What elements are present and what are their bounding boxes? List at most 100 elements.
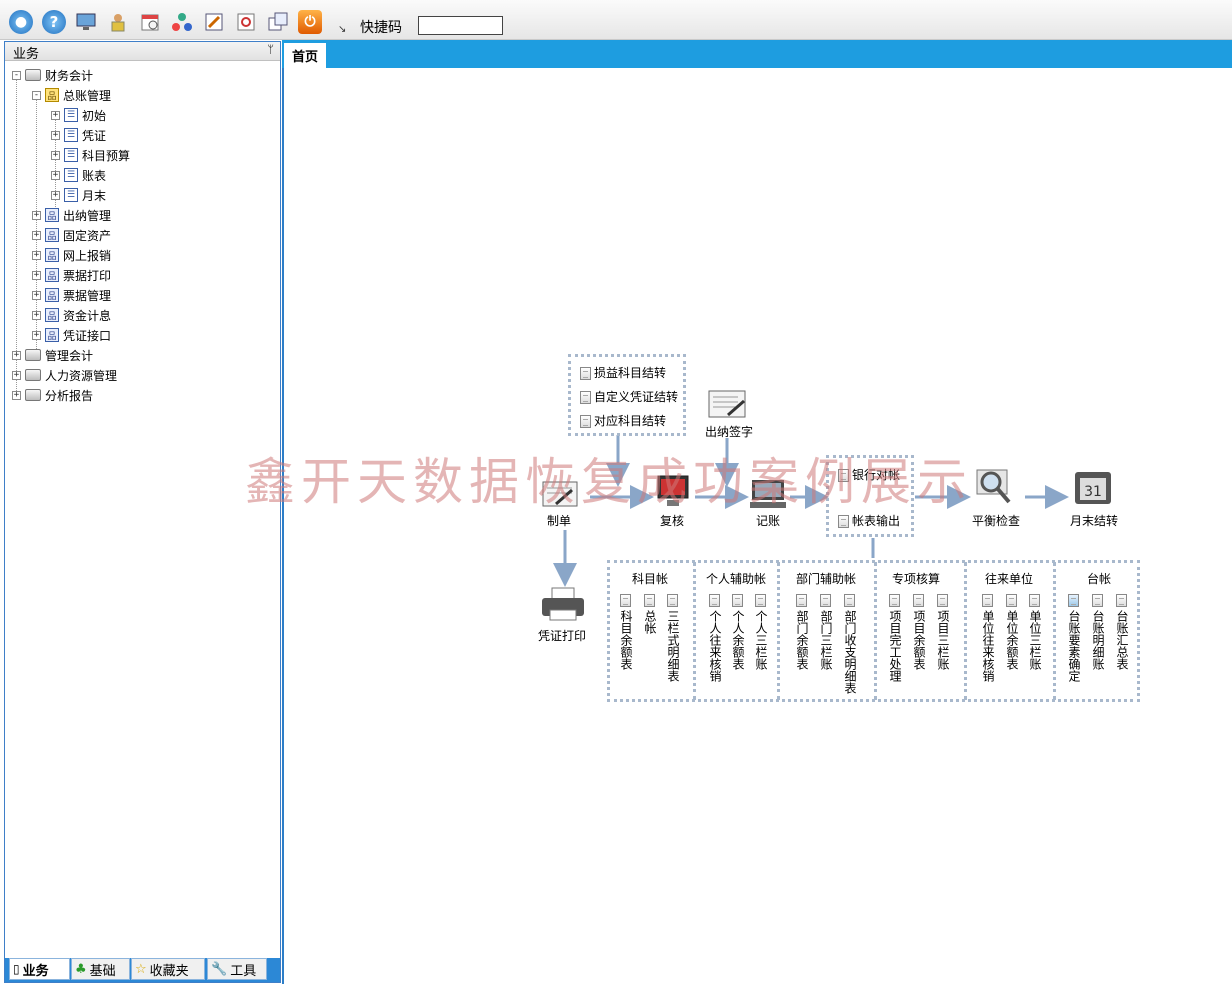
expand-icon[interactable]: + <box>51 150 60 160</box>
ledger-item[interactable]: 部门余额表 <box>795 610 809 670</box>
ledger-item[interactable]: 项目余额表 <box>912 610 926 670</box>
power-icon[interactable]: ⏻ <box>298 10 322 34</box>
help-icon[interactable]: ? <box>42 10 66 34</box>
ledger-item[interactable]: 个人余额表 <box>731 610 745 670</box>
tab-basic[interactable]: ♣ 基础 <box>71 958 130 980</box>
tree-node-hr[interactable]: + 人力资源管理 <box>12 365 117 385</box>
tab-favorites[interactable]: ☆ 收藏夹 <box>131 958 205 980</box>
ledger-item[interactable]: 台账明细账 <box>1091 610 1105 670</box>
tab-label: 基础 <box>89 963 116 979</box>
ledger-item[interactable]: 个人三栏账 <box>754 610 768 670</box>
tree-node-reports[interactable]: + ☰ 账表 <box>51 165 106 185</box>
document-icon <box>844 594 855 607</box>
custom-voucher-transfer-link[interactable]: 自定义凭证结转 <box>580 388 678 405</box>
tree-node-label: 人力资源管理 <box>45 368 118 383</box>
lock-user-icon[interactable] <box>106 10 130 34</box>
tree-node-month-end[interactable]: + ☰ 月末 <box>51 185 106 205</box>
tree-node-interest[interactable]: + 品 资金计息 <box>32 305 111 325</box>
tree-node-management[interactable]: + 管理会计 <box>12 345 93 365</box>
ledger-item[interactable]: 部门三栏账 <box>819 610 833 670</box>
tree-node-bill-print[interactable]: + 品 票据打印 <box>32 265 111 285</box>
expand-icon[interactable]: + <box>32 310 41 320</box>
ledger-item[interactable]: 项目三栏账 <box>936 610 950 670</box>
monitor-icon[interactable] <box>74 10 98 34</box>
tree-node-budget[interactable]: + ☰ 科目预算 <box>51 145 130 165</box>
ledger-item[interactable]: 部门收支明细表 <box>843 610 857 694</box>
tree-node-online-reimburse[interactable]: + 品 网上报销 <box>32 245 111 265</box>
tree-node-label: 管理会计 <box>45 348 94 363</box>
ledger-item[interactable]: 总帐 <box>643 610 657 634</box>
tab-home[interactable]: 首页 <box>284 43 326 68</box>
tree-node-cashier[interactable]: + 品 出纳管理 <box>32 205 111 225</box>
balance-check-label[interactable]: 平衡检查 <box>972 512 1020 529</box>
make-voucher-label[interactable]: 制单 <box>547 512 571 529</box>
voucher-print-label[interactable]: 凭证打印 <box>538 627 586 644</box>
expand-icon[interactable]: + <box>32 270 41 280</box>
ledger-item[interactable]: 台账要素确定 <box>1067 610 1081 682</box>
ledger-item[interactable]: 三栏式明细表 <box>666 610 680 682</box>
month-end-label[interactable]: 月末结转 <box>1070 512 1118 529</box>
expand-icon[interactable]: + <box>32 210 41 220</box>
tree-node-bill-manage[interactable]: + 品 票据管理 <box>32 285 111 305</box>
collapse-icon[interactable]: - <box>12 70 21 80</box>
ledger-item[interactable]: 单位三栏账 <box>1028 610 1042 670</box>
tree-node-label: 网上报销 <box>63 248 112 263</box>
printer-icon[interactable] <box>540 586 586 624</box>
profit-loss-transfer-link[interactable]: 损益科目结转 <box>580 364 666 381</box>
ledger-group-title: 专项核算 <box>892 572 941 586</box>
left-panel: 业务 ᛘ - 财务会计 - 品 总账管理 + ☰ 初始 + ☰ 凭证 + ☰ 科… <box>4 41 281 983</box>
shortcut-input[interactable] <box>418 16 503 35</box>
post-label[interactable]: 记账 <box>756 512 780 529</box>
restore-icon[interactable] <box>234 10 258 34</box>
ledger-item[interactable]: 个人往来核销 <box>708 610 722 682</box>
cashier-sign-label[interactable]: 出纳签字 <box>705 423 753 440</box>
org-chart-icon: 品 <box>45 288 59 302</box>
pin-icon[interactable]: ᛘ <box>267 43 274 56</box>
windows-icon[interactable] <box>266 10 290 34</box>
tree-node-init[interactable]: + ☰ 初始 <box>51 105 106 125</box>
month-end-calendar-icon[interactable]: 31 <box>1072 466 1116 508</box>
ledger-group-title: 个人辅助帐 <box>706 572 767 586</box>
tree-node-voucher[interactable]: + ☰ 凭证 <box>51 125 106 145</box>
user-icon[interactable]: ● <box>9 10 33 34</box>
corresponding-account-transfer-link[interactable]: 对应科目结转 <box>580 412 666 429</box>
tree-node-fixed-assets[interactable]: + 品 固定资产 <box>32 225 111 245</box>
tree-node-finance[interactable]: - 财务会计 <box>12 65 93 85</box>
tab-business[interactable]: ▯ 业务 <box>9 958 70 980</box>
expand-icon[interactable]: + <box>12 370 21 380</box>
network-icon[interactable] <box>170 10 194 34</box>
expand-icon[interactable]: + <box>32 330 41 340</box>
ledger-item[interactable]: 科目余额表 <box>619 610 633 670</box>
expand-icon[interactable]: + <box>51 110 60 120</box>
expand-icon[interactable]: + <box>51 130 60 140</box>
expand-icon[interactable]: + <box>51 190 60 200</box>
balance-check-icon[interactable] <box>973 468 1015 508</box>
wrench-icon: 🔧 <box>211 961 228 977</box>
tool-window-icon[interactable] <box>202 10 226 34</box>
ledger-item[interactable]: 单位往来核销 <box>981 610 995 682</box>
ledger-item[interactable]: 台账汇总表 <box>1115 610 1129 670</box>
expand-icon[interactable]: + <box>12 350 21 360</box>
expand-icon[interactable]: + <box>32 290 41 300</box>
cashier-sign-icon[interactable] <box>708 389 748 421</box>
document-icon <box>937 594 948 607</box>
expand-icon[interactable]: + <box>32 250 41 260</box>
org-chart-icon: 品 <box>45 248 59 262</box>
ledger-item[interactable]: 单位余额表 <box>1005 610 1019 670</box>
tree-node-analysis[interactable]: + 分析报告 <box>12 385 93 405</box>
tree-node-label: 总账管理 <box>63 88 112 103</box>
ledger-item[interactable]: 项目完工处理 <box>888 610 902 682</box>
collapse-icon[interactable]: - <box>32 90 41 100</box>
report-output-link[interactable]: 帐表输出 <box>838 512 900 529</box>
list-icon: ☰ <box>64 188 78 202</box>
document-icon <box>1029 594 1040 607</box>
tab-tools[interactable]: 🔧 工具 <box>207 958 267 980</box>
expand-icon[interactable]: + <box>32 230 41 240</box>
tree-node-general-ledger[interactable]: - 品 总账管理 <box>32 85 111 105</box>
review-label[interactable]: 复核 <box>660 512 684 529</box>
expand-icon[interactable]: + <box>51 170 60 180</box>
calendar-icon[interactable] <box>138 10 162 34</box>
tree-node-voucher-interface[interactable]: + 品 凭证接口 <box>32 325 111 345</box>
document-icon <box>889 594 900 607</box>
expand-icon[interactable]: + <box>12 390 21 400</box>
